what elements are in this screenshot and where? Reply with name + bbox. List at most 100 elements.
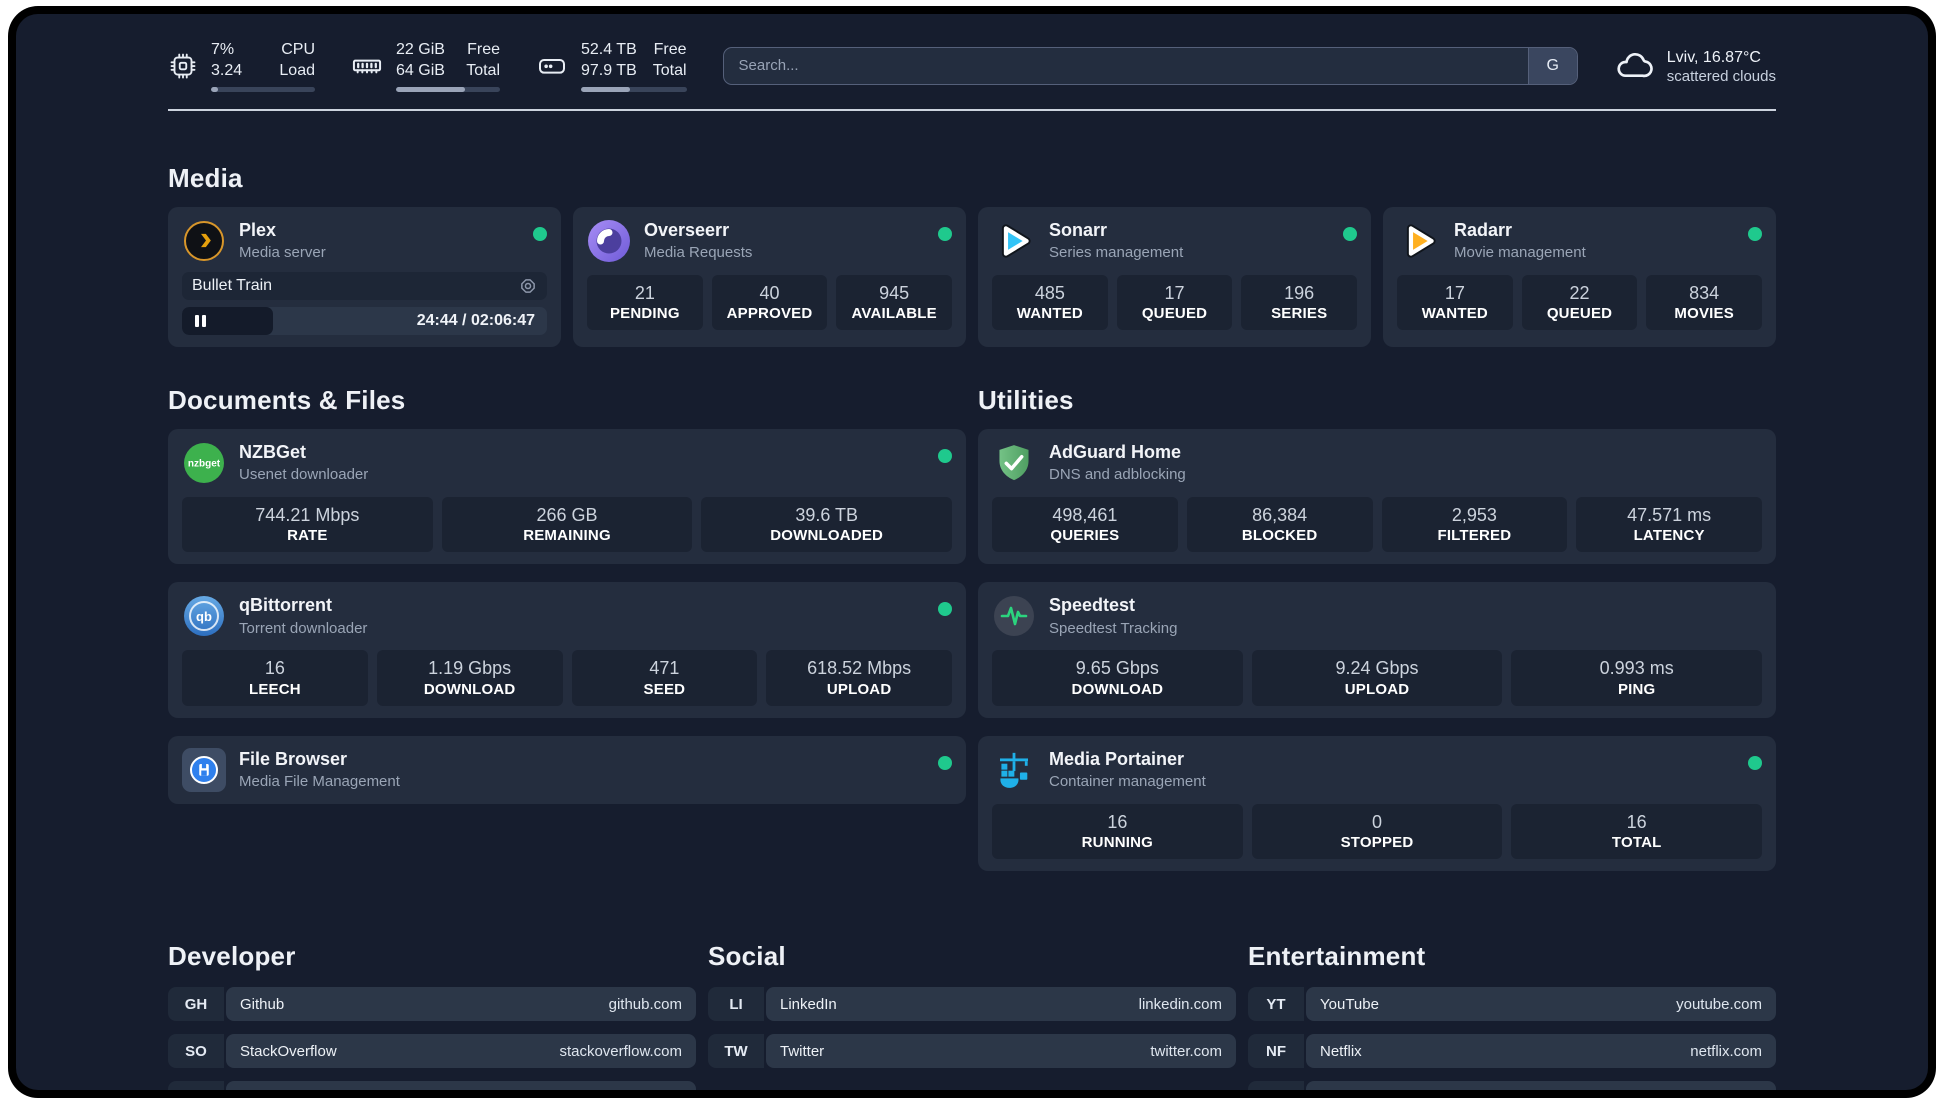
app-card-nzbget[interactable]: nzbget NZBGet Usenet downloader 744.21 M… [168,428,966,565]
link-netflix[interactable]: NF Netflix netflix.com [1248,1034,1776,1069]
stat-tile: 266 GB REMAINING [441,496,693,553]
online-status-dot [938,755,952,770]
online-status-dot [938,226,952,241]
stat-tile: 834 MOVIES [1646,274,1763,331]
link-url: twitter.com [1150,1042,1222,1060]
weather-condition: scattered clouds [1666,68,1776,86]
stat-tile: 47.571 ms LATENCY [1576,496,1762,553]
link-name: LinkedIn [780,995,837,1013]
stat-tile: 17 QUEUED [1116,274,1233,331]
svg-text:nzbget: nzbget [188,458,221,469]
weather-location-temp: Lviv, 16.87°C [1666,48,1761,66]
ram-free-label: Free [467,41,500,58]
app-card-overseerr[interactable]: Overseerr Media Requests 21 PENDING 40 APP… [573,206,966,347]
app-card-plex[interactable]: Plex Media server Bullet Train 24:44 / 0… [168,206,561,347]
link-abbr: NF [1248,1034,1304,1069]
disk-stat: 52.4 TB 97.9 TB Free Total [536,40,687,92]
link-stackoverflow[interactable]: SO StackOverflow stackoverflow.com [168,1034,696,1069]
ram-icon [351,50,383,82]
app-card-filebrowser[interactable]: File Browser Media File Management [168,735,966,804]
link-linkedin[interactable]: LI LinkedIn linkedin.com [708,987,1236,1022]
pause-button[interactable] [182,306,273,335]
online-status-dot [1343,226,1357,241]
stat-tile: 471 SEED [571,650,758,706]
adguard-icon [992,441,1036,485]
now-playing-bar: Bullet Train [182,271,547,300]
disk-free-label: Free [653,41,687,58]
link-reddit[interactable]: RE Redditreddit.com [1248,1081,1776,1090]
disk-total-label: Total [652,61,687,79]
app-desc: Torrent downloader [239,619,368,637]
svg-text:qb: qb [196,609,212,624]
section-title-entertainment: Entertainment [1248,941,1426,972]
app-name: Media Portainer [1049,748,1185,769]
app-card-qbittorrent[interactable]: qb qBittorrent Torrent downloader 16 LEEC… [168,582,966,718]
stat-tile: 16 RUNNING [992,803,1243,860]
link-abbr: TW [708,1034,764,1069]
stat-tile: 744.21 Mbps RATE [182,496,433,553]
link-abbr: RE [1248,1081,1304,1090]
link-abbr: DT [168,1081,224,1090]
link-url: linkedin.com [1138,995,1222,1013]
section-title-documents: Documents & Files [168,384,406,415]
link-abbr: GH [168,987,224,1022]
nzbget-icon: nzbget [182,441,226,485]
app-desc: DNS and adblocking [1049,466,1186,484]
stat-tile: 16 TOTAL [1511,803,1763,860]
stat-tile: 196 SERIES [1241,274,1358,331]
stat-tile: 0 STOPPED [1251,803,1503,860]
cpu-load-label: Load [279,61,315,79]
ram-total-label: Total [466,61,500,79]
link-youtube[interactable]: YT YouTube youtube.com [1248,987,1776,1022]
disk-total-value: 97.9 TB [581,61,637,79]
window-frame: 7% 3.24 CPU Load 22 GiB 64 GiB Free Tota… [8,6,1936,1098]
online-status-dot [1748,226,1762,241]
app-card-portainer[interactable]: Media Portainer Container management 16 R… [978,735,1776,872]
stat-tile: 0.993 ms PING [1511,650,1763,706]
link-dev[interactable]: DT DEVdev.to [168,1081,696,1090]
player-settings-icon[interactable] [519,277,537,295]
link-github[interactable]: GH Github github.com [168,987,696,1022]
app-desc: Speedtest Tracking [1049,619,1178,637]
search-bar: G [722,46,1578,85]
cpu-icon [168,51,198,81]
stat-tile: 39.6 TB DOWNLOADED [701,496,953,553]
stat-tile: 618.52 Mbps UPLOAD [766,650,952,706]
cloud-icon [1614,46,1654,86]
stat-tile: 22 QUEUED [1521,274,1638,331]
overseerr-icon [587,219,631,263]
dashboard: 7% 3.24 CPU Load 22 GiB 64 GiB Free Tota… [16,14,1928,1090]
search-input[interactable] [723,57,1528,75]
player-progress-bar[interactable]: 24:44 / 02:06:47 [182,306,547,335]
stat-tile: 21 PENDING [587,274,703,331]
online-status-dot [938,602,952,617]
media-grid: Plex Media server Bullet Train 24:44 / 0… [168,206,1776,347]
memory-stat: 22 GiB 64 GiB Free Total [351,40,500,92]
app-card-adguard[interactable]: AdGuard Home DNS and adblocking 498,461 Q… [978,428,1776,565]
app-desc: Series management [1049,244,1184,262]
system-stats: 7% 3.24 CPU Load 22 GiB 64 GiB Free Tota… [168,40,687,92]
app-card-radarr[interactable]: Radarr Movie management 17 WANTED 22 QUEUE… [1383,206,1776,347]
stat-tile: 16 LEECH [182,650,368,706]
radarr-icon [1397,219,1441,263]
link-abbr: LI [708,987,764,1022]
cpu-load-value: 3.24 [211,61,243,79]
app-name: Radarr [1454,219,1513,240]
online-status-dot [938,448,952,463]
plex-icon [182,219,226,263]
stat-tile: 40 APPROVED [711,274,828,331]
stat-tile: 9.65 Gbps DOWNLOAD [992,650,1243,706]
qbittorrent-icon: qb [182,594,226,638]
app-card-speedtest[interactable]: Speedtest Speedtest Tracking 9.65 Gbps DO… [978,582,1776,718]
link-url: netflix.com [1690,1042,1762,1060]
stat-tile: 1.19 Gbps DOWNLOAD [376,650,563,706]
app-name: Plex [239,219,277,240]
app-card-sonarr[interactable]: Sonarr Series management 485 WANTED 17 QUE… [978,206,1371,347]
ram-free-value: 22 GiB [396,41,445,58]
link-twitter[interactable]: TW Twitter twitter.com [708,1034,1236,1069]
disk-free-value: 52.4 TB [581,41,637,58]
cpu-stat: 7% 3.24 CPU Load [168,40,315,92]
app-desc: Media File Management [239,773,400,791]
search-engine-button[interactable]: G [1527,47,1577,84]
link-name: Twitter [780,1042,825,1060]
